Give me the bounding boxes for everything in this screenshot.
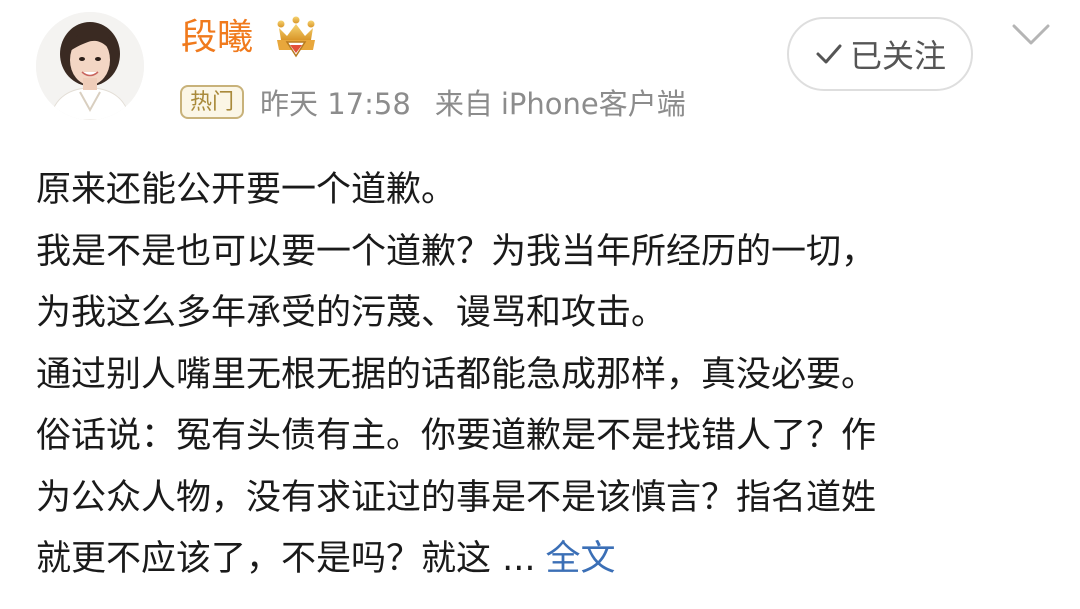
expand-full-text-link[interactable]: 全文 xyxy=(546,539,616,579)
post-line: 通过别人嘴里无根无据的话都能急成那样，真没必要。 xyxy=(36,354,877,395)
check-icon xyxy=(816,44,842,64)
post-line-text: 就更不应该了，不是吗？就这 ... xyxy=(36,539,536,579)
post-header: 段曦 热门 昨天 17:58 来自 iPhone客户端 已关注 xyxy=(0,0,1080,140)
avatar-photo xyxy=(36,12,144,120)
post-meta: 热门 昨天 17:58 来自 iPhone客户端 xyxy=(180,82,686,122)
chevron-down-icon[interactable] xyxy=(1011,22,1051,48)
follow-button[interactable]: 已关注 xyxy=(787,17,973,91)
post-time: 昨天 17:58 xyxy=(260,87,411,121)
source-prefix: 来自 xyxy=(434,87,493,121)
post-line: 我是不是也可以要一个道歉？为我当年所经历的一切， xyxy=(36,231,877,272)
hot-tag[interactable]: 热门 xyxy=(180,85,245,119)
vip-crown-icon[interactable] xyxy=(273,16,319,58)
post-line: 为公众人物，没有求证过的事是不是该慎言？指名道姓 xyxy=(36,477,877,518)
post-line: 俗话说：冤有头债有主。你要道歉是不是找错人了？作 xyxy=(36,416,877,456)
author-name[interactable]: 段曦 xyxy=(181,14,253,62)
post-line: 原来还能公开要一个道歉。 xyxy=(36,170,457,210)
post-source[interactable]: iPhone客户端 xyxy=(501,81,686,123)
avatar[interactable] xyxy=(36,12,144,120)
follow-button-label: 已关注 xyxy=(849,37,946,75)
post-line-last: 就更不应该了，不是吗？就这 ... 全文 xyxy=(36,529,1066,591)
post-line: 为我这么多年承受的污蔑、谩骂和攻击。 xyxy=(36,293,667,333)
post-text: 原来还能公开要一个道歉。 我是不是也可以要一个道歉？为我当年所经历的一切， 为我… xyxy=(36,160,1066,591)
